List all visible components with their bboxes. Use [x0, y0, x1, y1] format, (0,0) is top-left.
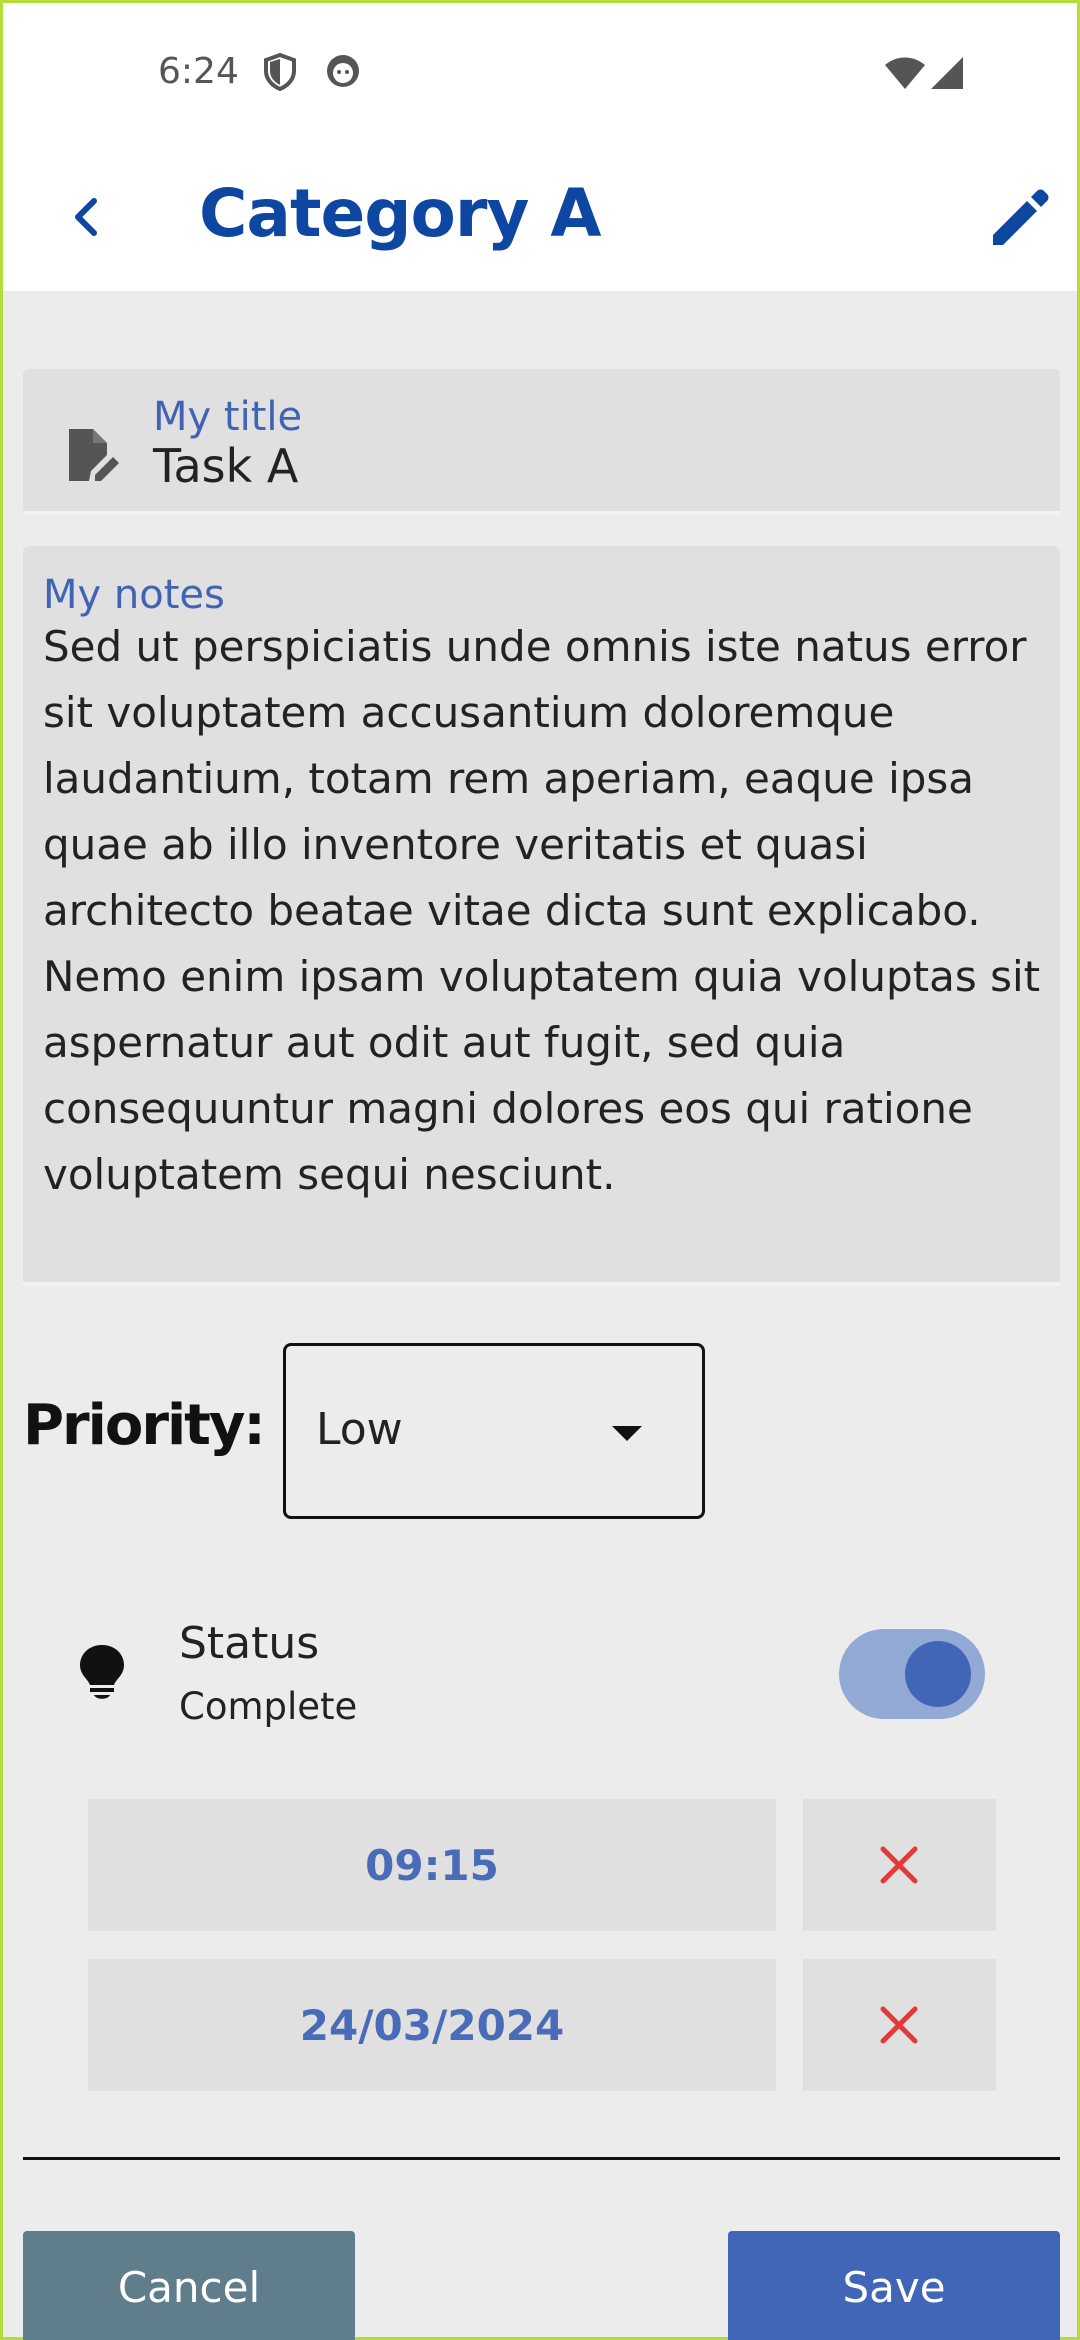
page-title: Category A [199, 175, 602, 252]
status-toggle[interactable] [839, 1629, 985, 1719]
notes-field-value[interactable]: Sed ut perspiciatis unde omnis iste natu… [43, 614, 1043, 1208]
notes-field-label: My notes [43, 572, 225, 618]
face-icon [325, 53, 361, 93]
toggle-knob [905, 1641, 971, 1707]
priority-selected-value: Low [316, 1404, 403, 1455]
status-value: Complete [179, 1685, 358, 1728]
shield-icon [263, 52, 297, 95]
save-button[interactable]: Save [728, 2231, 1060, 2340]
title-field-value[interactable]: Task A [153, 439, 298, 493]
wifi-icon [883, 55, 927, 95]
document-edit-icon [63, 425, 123, 485]
status-bar: 6:24 [3, 3, 1077, 147]
app-bar: Category A [3, 147, 1077, 291]
time-picker-button[interactable]: 09:15 [88, 1799, 776, 1931]
notes-field[interactable]: My notes Sed ut perspiciatis unde omnis … [23, 546, 1060, 1286]
signal-icon [929, 55, 965, 95]
priority-label: Priority: [23, 1393, 266, 1458]
status-time: 6:24 [158, 51, 239, 92]
chevron-left-icon[interactable] [58, 187, 118, 247]
lightbulb-icon [75, 1643, 129, 1703]
caret-down-icon [612, 1426, 642, 1441]
clear-time-button[interactable] [803, 1799, 996, 1931]
divider [23, 2157, 1060, 2160]
date-picker-button[interactable]: 24/03/2024 [88, 1959, 776, 2091]
title-field[interactable]: My title Task A [23, 369, 1060, 515]
pencil-icon[interactable] [985, 183, 1055, 253]
priority-dropdown[interactable]: Low [283, 1343, 705, 1519]
clear-date-button[interactable] [803, 1959, 996, 2091]
status-title: Status [179, 1618, 320, 1669]
cancel-button[interactable]: Cancel [23, 2231, 355, 2340]
title-field-label: My title [153, 394, 303, 440]
